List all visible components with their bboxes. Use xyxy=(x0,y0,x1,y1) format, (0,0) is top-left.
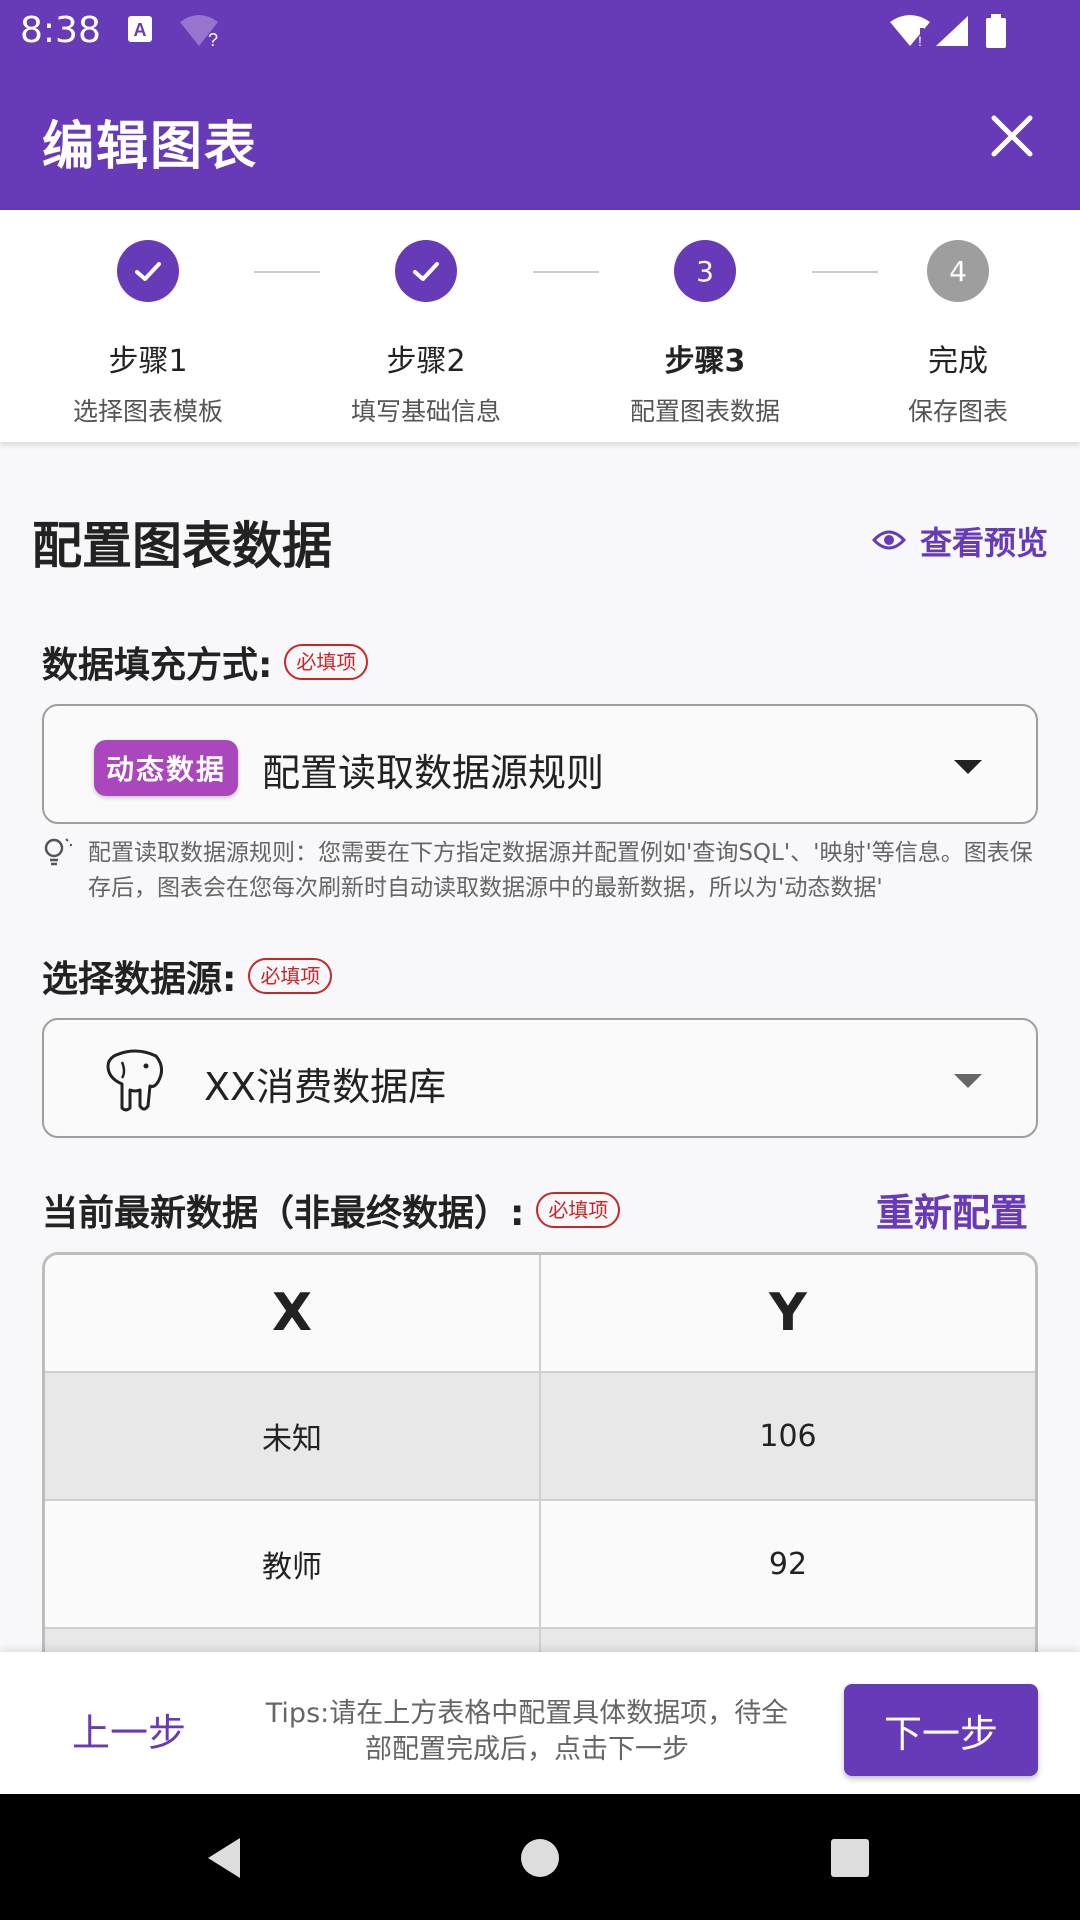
next-step-button[interactable]: 下一步 xyxy=(844,1684,1038,1776)
step-3-name: 步骤3 xyxy=(664,344,746,379)
data-source-label: 选择数据源: xyxy=(42,959,237,1000)
a-notification-icon: A xyxy=(126,14,156,50)
dropdown-arrow-icon xyxy=(954,760,982,774)
data-source-label-row: 选择数据源: 必填项 xyxy=(42,950,333,1002)
data-source-select[interactable]: XX消费数据库 xyxy=(42,1018,1038,1138)
system-nav-bar xyxy=(0,1794,1080,1920)
step-4-sub: 保存图表 xyxy=(907,397,1008,426)
fill-method-hint: 配置读取数据源规则：您需要在下方指定数据源并配置例如'查询SQL'、'映射'等信… xyxy=(42,836,1042,906)
table-cell-y[interactable]: 92 xyxy=(539,1501,1035,1627)
table-cell-x[interactable]: 未知 xyxy=(45,1373,539,1499)
close-icon[interactable] xyxy=(984,108,1040,164)
recents-icon[interactable] xyxy=(830,1836,870,1884)
previous-step-button[interactable]: 上一步 xyxy=(72,1702,186,1757)
fill-method-label-row: 数据填充方式: 必填项 xyxy=(42,636,369,688)
preview-label: 查看预览 xyxy=(919,524,1048,562)
check-icon xyxy=(117,240,179,302)
postgresql-elephant-icon xyxy=(100,1044,170,1118)
table-row-partial xyxy=(45,1629,1035,1652)
dynamic-data-tag: 动态数据 xyxy=(94,740,239,796)
battery-icon xyxy=(984,14,1008,54)
data-source-value: XX消费数据库 xyxy=(204,1065,447,1109)
table-row[interactable]: 未知 106 xyxy=(45,1373,1035,1501)
required-badge: 必填项 xyxy=(248,958,333,994)
section-title: 配置图表数据 xyxy=(32,517,332,575)
step-1-name: 步骤1 xyxy=(108,344,188,379)
svg-text:!: ! xyxy=(918,33,922,48)
step-4: 4 完成 保存图表 xyxy=(838,240,1078,428)
bottom-action-bar: 上一步 Tips:请在上方表格中配置具体数据项，待全部配置完成后，点击下一步 下… xyxy=(0,1652,1080,1794)
svg-text:?: ? xyxy=(208,30,218,48)
reconfigure-button[interactable]: 重新配置 xyxy=(876,1182,1028,1237)
wifi-question-icon: ? xyxy=(178,14,220,52)
step-4-indicator: 4 xyxy=(927,240,989,302)
fill-method-hint-text: 配置读取数据源规则：您需要在下方指定数据源并配置例如'查询SQL'、'映射'等信… xyxy=(88,840,1033,901)
current-data-label: 当前最新数据（非最终数据）: xyxy=(42,1193,525,1234)
step-2-name: 步骤2 xyxy=(386,344,466,379)
required-badge: 必填项 xyxy=(536,1192,621,1228)
step-1-sub: 选择图表模板 xyxy=(72,397,223,426)
signal-icon xyxy=(934,14,970,52)
eye-icon xyxy=(871,522,907,560)
table-cell-empty xyxy=(539,1629,1035,1652)
status-time: 8:38 xyxy=(20,10,101,51)
stepper: 步骤1 选择图表模板 步骤2 填写基础信息 3 步骤3 配置图表数据 4 完成 … xyxy=(0,210,1080,442)
tips-text: Tips:请在上方表格中配置具体数据项，待全部配置完成后，点击下一步 xyxy=(265,1698,789,1765)
check-icon xyxy=(395,240,457,302)
data-table: X Y 未知 106 教师 92 xyxy=(42,1252,1038,1652)
preview-link[interactable]: 查看预览 xyxy=(871,518,1048,564)
table-row[interactable]: 教师 92 xyxy=(45,1501,1035,1629)
table-header-row: X Y xyxy=(45,1255,1035,1373)
table-header-y: Y xyxy=(539,1255,1035,1371)
wifi-icon: ! xyxy=(888,14,932,52)
table-header-x: X xyxy=(271,1283,313,1343)
status-bar: 8:38 A ? ! xyxy=(0,0,1080,64)
step-4-name: 完成 xyxy=(928,344,988,379)
step-2: 步骤2 填写基础信息 xyxy=(306,240,546,428)
step-1: 步骤1 选择图表模板 xyxy=(28,240,268,428)
table-cell-y[interactable]: 106 xyxy=(539,1373,1035,1499)
current-data-label-row: 当前最新数据（非最终数据）: 必填项 xyxy=(42,1184,621,1236)
table-cell-empty xyxy=(45,1629,539,1652)
step-2-sub: 填写基础信息 xyxy=(350,397,501,426)
step-3: 3 步骤3 配置图表数据 xyxy=(585,240,825,428)
step-3-indicator: 3 xyxy=(674,240,736,302)
back-icon[interactable] xyxy=(204,1836,244,1884)
edit-chart-screen: 8:38 A ? ! 编辑图表 步骤1 选择图表模板 步骤2 填写基础信息 3 … xyxy=(0,0,1080,1920)
page-title: 编辑图表 xyxy=(42,117,259,177)
svg-text:A: A xyxy=(134,20,147,40)
step-3-sub: 配置图表数据 xyxy=(629,397,780,426)
home-icon[interactable] xyxy=(520,1836,560,1884)
dropdown-arrow-icon xyxy=(954,1074,982,1088)
fill-method-label: 数据填充方式: xyxy=(42,645,273,686)
table-cell-x[interactable]: 教师 xyxy=(45,1501,539,1627)
fill-method-value: 配置读取数据源规则 xyxy=(262,751,605,795)
fill-method-select[interactable]: 动态数据 配置读取数据源规则 xyxy=(42,704,1038,824)
app-bar: 编辑图表 xyxy=(0,64,1080,210)
required-badge: 必填项 xyxy=(284,644,369,680)
lightbulb-icon xyxy=(42,836,74,906)
